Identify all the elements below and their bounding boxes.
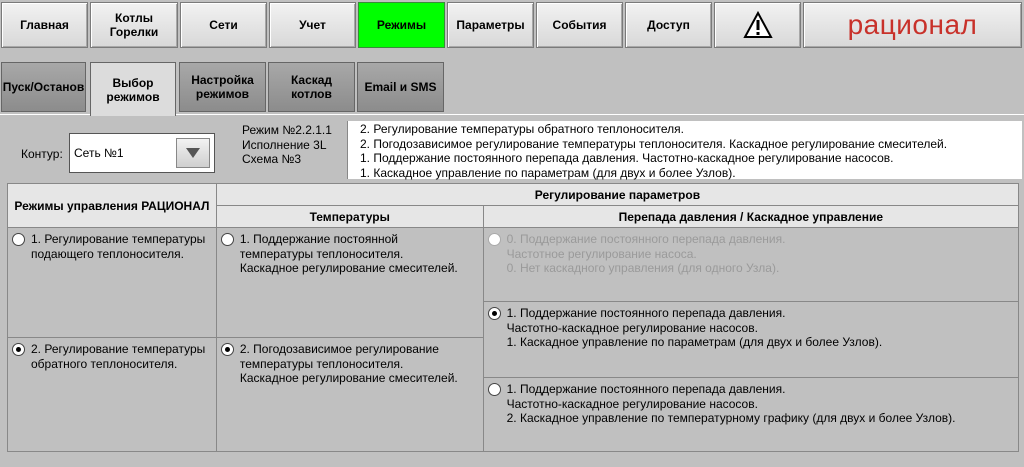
radio-icon[interactable] — [220, 233, 234, 246]
radio-icon[interactable] — [487, 307, 501, 320]
brand-logo-button[interactable]: рационал — [803, 2, 1022, 48]
contour-dropdown-button[interactable] — [176, 138, 210, 168]
temp-mode-cell: 2. Погодозависимое регулирование темпера… — [215, 337, 484, 452]
pressure-header: Перепада давления / Каскадное управление — [482, 205, 1020, 228]
tab-start-stop[interactable]: Пуск/Останов — [1, 62, 86, 112]
warning-icon — [742, 11, 773, 38]
pressure-mode-option-text: 0. Поддержание постоянного перепада давл… — [506, 232, 786, 275]
temp-mode-option[interactable]: 1. Поддержание постоянной температуры те… — [217, 228, 483, 276]
pressure-mode-cell: 0. Поддержание постоянного перепада давл… — [482, 227, 1020, 302]
mode-description-line: 1. Каскадное управление по параметрам (д… — [360, 165, 736, 180]
pressure-mode-option-text: 1. Поддержание постоянного перепада давл… — [506, 306, 883, 349]
tab-boiler-cascade[interactable]: Каскад котлов — [268, 62, 355, 112]
chevron-down-icon — [186, 148, 200, 158]
tab-mode-select[interactable]: Выбор режимов — [90, 62, 176, 116]
mode-description-line: 2. Регулирование температуры обратного т… — [360, 122, 684, 136]
pressure-mode-option[interactable]: 1. Поддержание постоянного перепада давл… — [484, 378, 1018, 426]
nav-alarm-button[interactable] — [714, 2, 801, 48]
nav-events-label: События — [552, 18, 607, 32]
rational-mode-option-text: 2. Регулирование температуры обратного т… — [31, 342, 206, 371]
temp-mode-option-text: 1. Поддержание постоянной температуры те… — [239, 232, 458, 275]
nav-accounting-label: Учет — [299, 18, 326, 32]
rational-mode-cell: 1. Регулирование температуры подающего т… — [7, 227, 217, 338]
tab-boiler-cascade-label: Каскад котлов — [290, 73, 333, 101]
nav-modes-button[interactable]: Режимы — [358, 2, 445, 48]
contour-select[interactable]: Сеть №1 — [69, 133, 215, 173]
nav-modes-label: Режимы — [376, 18, 427, 32]
rational-mode-option[interactable]: 2. Регулирование температуры обратного т… — [8, 338, 216, 371]
nav-parameters-label: Параметры — [456, 18, 525, 32]
temp-mode-cell: 1. Поддержание постоянной температуры те… — [215, 227, 484, 338]
mode-info: Режим №2.2.1.1 Исполнение 3L Схема №3 — [242, 123, 332, 167]
nav-accounting-button[interactable]: Учет — [269, 2, 356, 48]
brand-logo: рационал — [847, 9, 978, 40]
nav-networks-button[interactable]: Сети — [180, 2, 267, 48]
radio-icon[interactable] — [220, 343, 234, 356]
mode-description-line: 2. Погодозависимое регулирование темпера… — [360, 136, 948, 151]
nav-boilers-button[interactable]: Котлы Горелки — [90, 2, 178, 48]
pressure-mode-cell: 1. Поддержание постоянного перепада давл… — [482, 301, 1020, 378]
radio-icon — [487, 233, 501, 246]
contour-select-value: Сеть №1 — [74, 146, 124, 160]
tab-start-stop-label: Пуск/Останов — [2, 80, 85, 94]
rational-mode-option-text: 1. Регулирование температуры подающего т… — [31, 232, 206, 261]
nav-access-button[interactable]: Доступ — [625, 2, 712, 48]
pressure-mode-cell: 1. Поддержание постоянного перепада давл… — [482, 377, 1020, 452]
radio-icon[interactable] — [487, 383, 501, 396]
top-navigation: Главная Котлы Горелки Сети Учет Режимы П… — [0, 0, 1024, 52]
pressure-mode-option[interactable]: 1. Поддержание постоянного перепада давл… — [484, 302, 1018, 350]
contour-label: Контур: — [21, 147, 63, 161]
rational-modes-header: Режимы управления РАЦИОНАЛ — [7, 183, 217, 228]
mode-description-line: 1. Поддержание постоянного перепада давл… — [360, 151, 894, 165]
nav-main-label: Главная — [20, 18, 69, 32]
modes-grid: Режимы управления РАЦИОНАЛ Регулирование… — [7, 183, 1020, 452]
pressure-mode-option-text: 1. Поддержание постоянного перепада давл… — [506, 382, 956, 425]
tab-mode-settings[interactable]: Настройка режимов — [179, 62, 266, 112]
temperature-header: Температуры — [215, 205, 484, 228]
mode-number: Режим №2.2.1.1 — [242, 123, 332, 137]
radio-icon[interactable] — [12, 233, 25, 246]
nav-main-button[interactable]: Главная — [1, 2, 88, 48]
nav-networks-label: Сети — [209, 18, 238, 32]
rational-mode-option[interactable]: 1. Регулирование температуры подающего т… — [8, 228, 216, 261]
tab-mode-settings-label: Настройка режимов — [191, 73, 254, 101]
tab-email-sms[interactable]: Email и SMS — [357, 62, 444, 112]
tab-mode-select-label: Выбор режимов — [106, 75, 160, 104]
rational-mode-cell: 2. Регулирование температуры обратного т… — [7, 337, 217, 452]
nav-events-button[interactable]: События — [536, 2, 623, 48]
pressure-mode-option: 0. Поддержание постоянного перепада давл… — [484, 228, 1018, 276]
radio-icon[interactable] — [12, 343, 25, 356]
mode-tabs: Пуск/Останов Выбор режимов Настройка реж… — [0, 62, 1024, 116]
params-header: Регулирование параметров — [215, 183, 1020, 206]
nav-parameters-button[interactable]: Параметры — [447, 2, 534, 48]
mode-description: 2. Регулирование температуры обратного т… — [347, 121, 1022, 180]
temp-mode-option[interactable]: 2. Погодозависимое регулирование темпера… — [217, 338, 483, 386]
nav-access-label: Доступ — [647, 18, 690, 32]
mode-scheme: Схема №3 — [242, 152, 302, 166]
tab-email-sms-label: Email и SMS — [364, 80, 437, 94]
mode-execution: Исполнение 3L — [242, 137, 327, 152]
temp-mode-option-text: 2. Погодозависимое регулирование темпера… — [239, 342, 458, 385]
nav-boilers-label: Котлы Горелки — [109, 11, 159, 39]
